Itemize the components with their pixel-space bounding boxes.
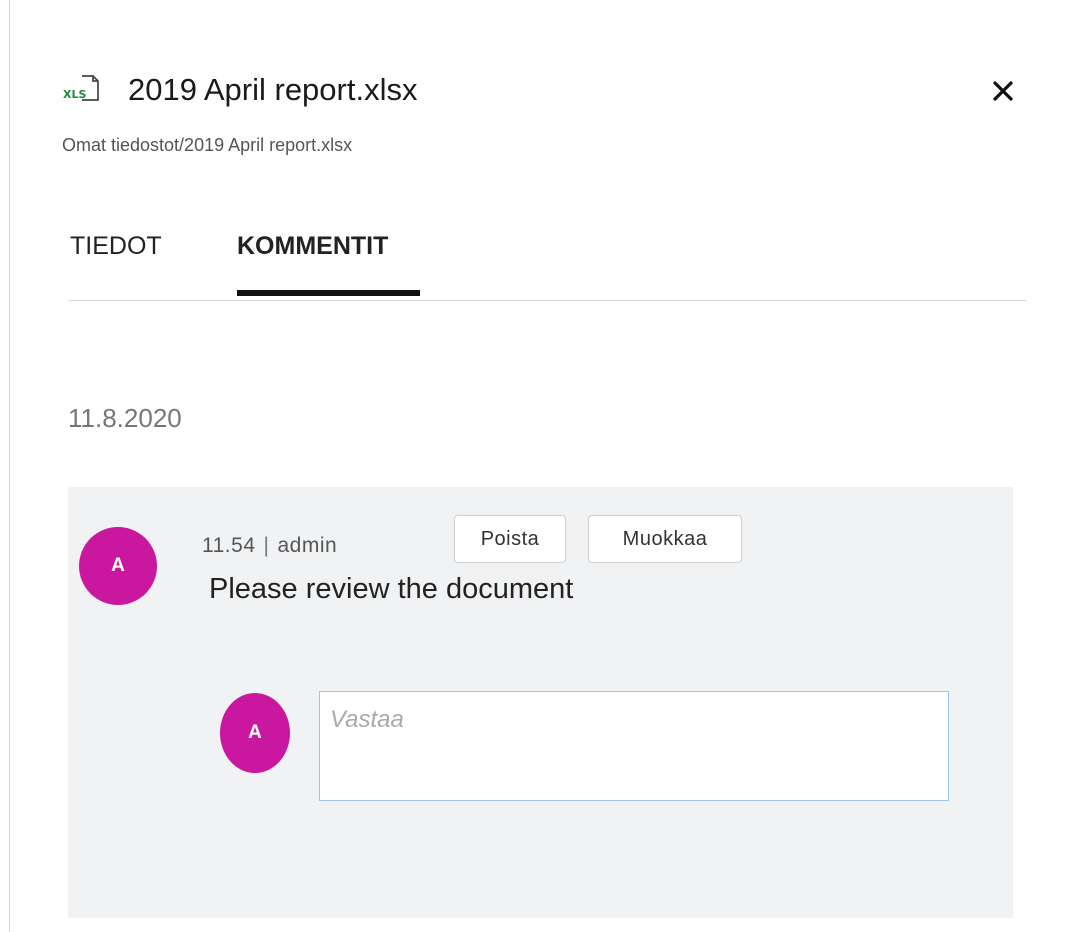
- metadata-separator: |: [263, 534, 270, 557]
- panel-left-border: [0, 0, 10, 932]
- reply-input[interactable]: [319, 691, 949, 801]
- comment-author-avatar: A: [79, 527, 157, 605]
- tab-bar: TIEDOT KOMMENTIT: [68, 222, 1026, 301]
- delete-comment-button[interactable]: Poista: [454, 515, 566, 563]
- comments-panel-page: XLS 2019 April report.xlsx Omat tiedosto…: [0, 0, 1080, 932]
- file-header: XLS 2019 April report.xlsx: [62, 70, 1032, 110]
- comment-time: 11.54: [202, 534, 256, 557]
- reply-author-avatar: A: [220, 693, 290, 773]
- close-icon[interactable]: [990, 78, 1016, 104]
- xls-icon-text: XLS: [63, 88, 86, 101]
- comment-date-heading: 11.8.2020: [68, 403, 182, 433]
- file-path-breadcrumb: Omat tiedostot/2019 April report.xlsx: [62, 135, 353, 155]
- file-title: 2019 April report.xlsx: [128, 72, 418, 107]
- edit-comment-button[interactable]: Muokkaa: [588, 515, 742, 563]
- comment-author: admin: [277, 534, 338, 557]
- tab-details[interactable]: TIEDOT: [70, 226, 162, 266]
- comment-thread: A 11.54 | admin Poista Muokkaa Please revi…: [68, 487, 1013, 918]
- tab-comments[interactable]: KOMMENTIT: [237, 226, 388, 266]
- comment-metadata: 11.54 | admin: [202, 531, 337, 561]
- active-tab-indicator: [237, 290, 420, 296]
- comment-text: Please review the document: [209, 573, 574, 605]
- xls-file-icon: XLS: [63, 75, 99, 101]
